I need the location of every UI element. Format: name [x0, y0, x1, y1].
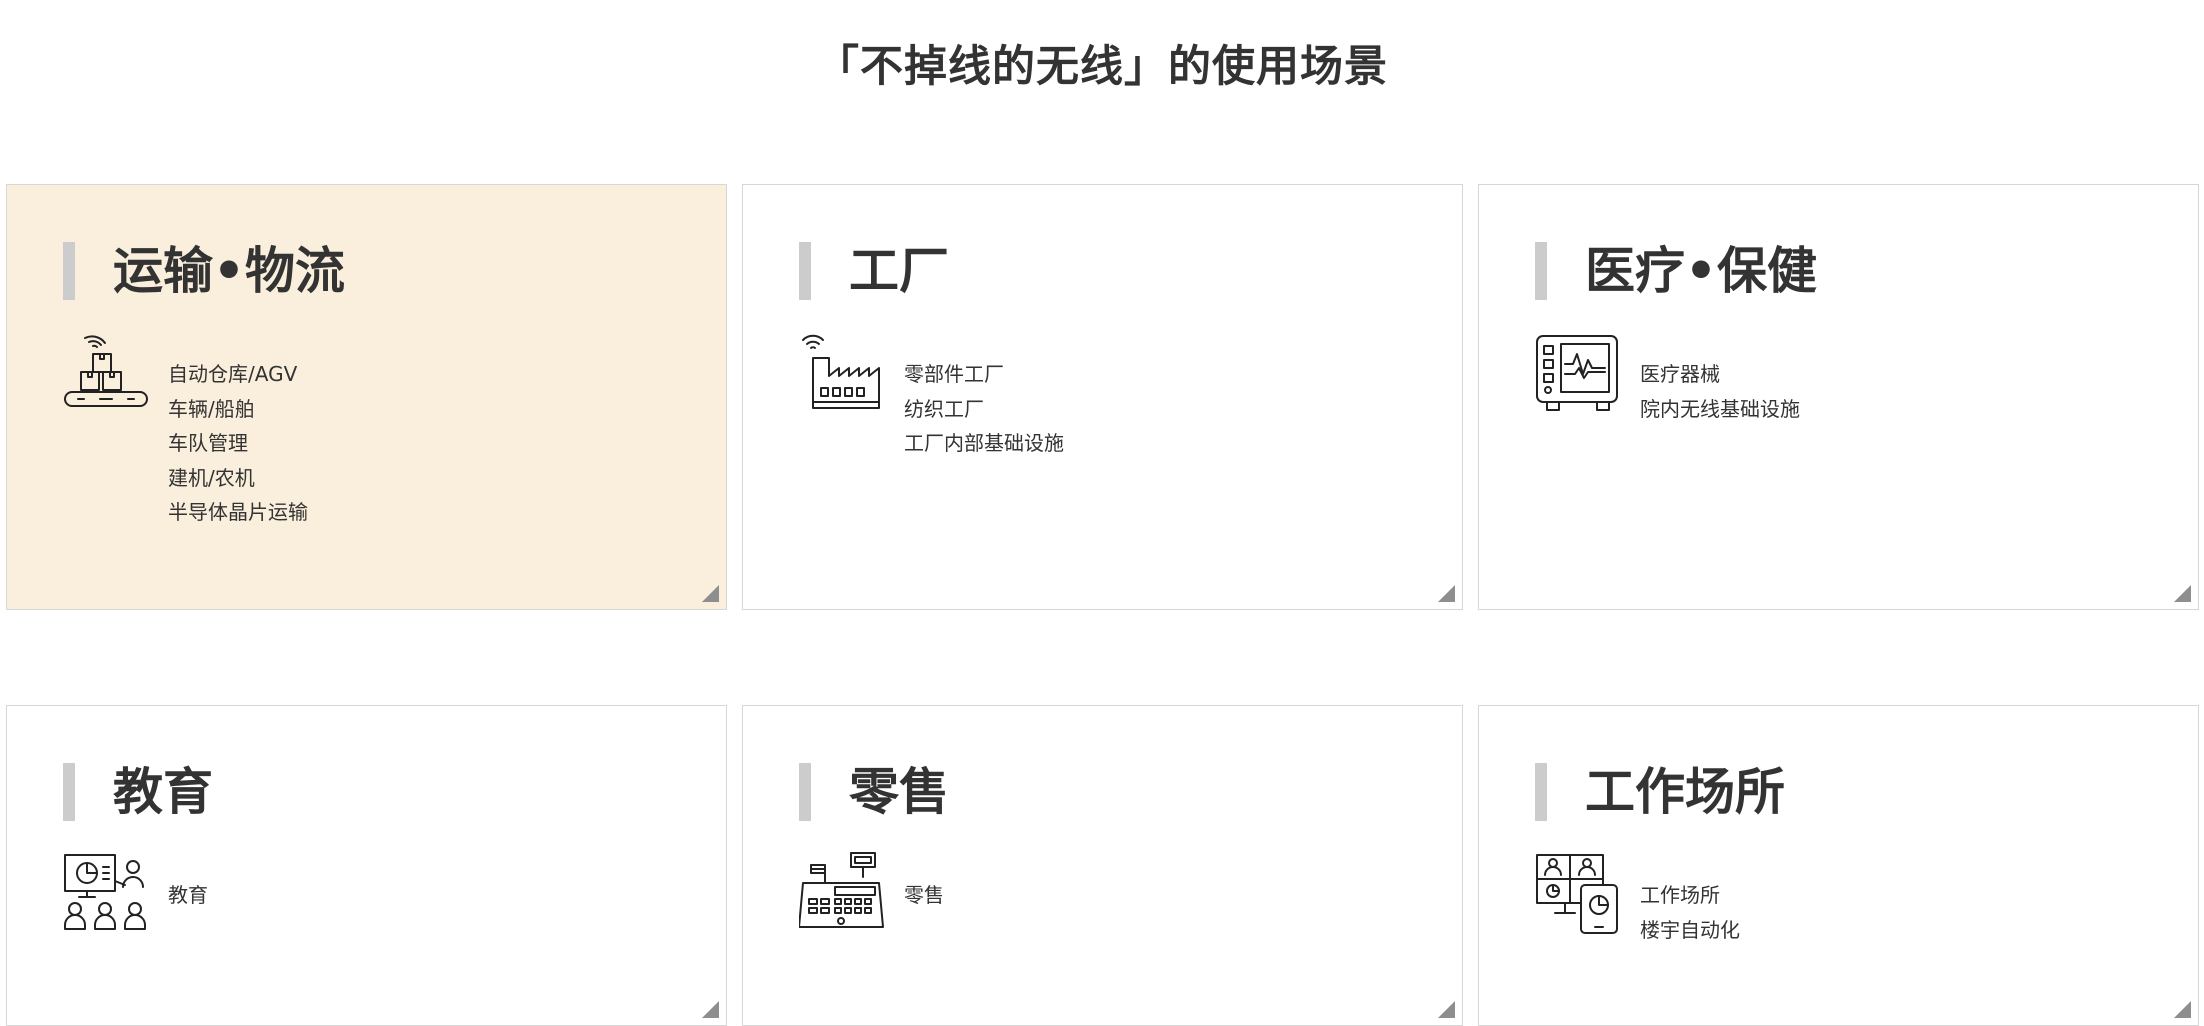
card-education[interactable]: 教育 教育: [6, 705, 727, 1026]
corner-expand-icon[interactable]: [2174, 585, 2191, 602]
accent-bar: [799, 763, 811, 821]
scenario-list: 自动仓库/AGV 车辆/船舶 车队管理 建机/农机 半导体晶片运输: [168, 357, 308, 530]
list-item: 零售: [904, 883, 944, 907]
list-item: 建机/农机: [168, 465, 255, 490]
card-title: 工作场所: [1585, 763, 1785, 821]
list-item: 零部件工厂: [904, 362, 1004, 386]
corner-expand-icon[interactable]: [702, 1001, 719, 1018]
card-medical-healthcare[interactable]: 医疗•保健 医疗器械 院内无线基础设施: [1478, 184, 2199, 610]
page-title: 「不掉线的无线」的使用场景: [816, 42, 1388, 92]
corner-expand-icon[interactable]: [2174, 1001, 2191, 1018]
card-title: 教育: [113, 763, 213, 821]
list-item: 院内无线基础设施: [1640, 396, 1800, 421]
list-item: 医疗器械: [1640, 362, 1720, 386]
list-item: 工厂内部基础设施: [904, 431, 1064, 455]
list-item: 工作场所: [1640, 883, 1720, 907]
card-factory[interactable]: 工厂 零部件工厂 纺织工厂 工厂内部基础设施: [742, 184, 1463, 610]
list-item: 楼宇自动化: [1640, 917, 1740, 942]
list-item: 纺织工厂: [904, 396, 984, 421]
card-transport-logistics[interactable]: 运输•物流 自动仓库/AGV 车辆/船舶 车队管理 建机/农机 半导体晶片运输: [6, 184, 727, 610]
scenario-list: 工作场所 楼宇自动化: [1640, 878, 1740, 947]
workplace-devices-icon: [1535, 851, 1621, 937]
accent-bar: [63, 763, 75, 821]
conveyor-wifi-icon: [63, 330, 149, 416]
scenario-list: 零部件工厂 纺织工厂 工厂内部基础设施: [904, 357, 1064, 461]
classroom-icon: [63, 851, 149, 937]
corner-expand-icon[interactable]: [702, 585, 719, 602]
list-item: 教育: [168, 883, 208, 907]
card-title: 医疗•保健: [1585, 242, 1817, 300]
list-item: 车辆/船舶: [168, 396, 255, 421]
card-workplace[interactable]: 工作场所 工作场所 楼宇自动化: [1478, 705, 2199, 1026]
accent-bar: [1535, 763, 1547, 821]
card-retail[interactable]: 零售 零售: [742, 705, 1463, 1026]
scenario-list: 教育: [168, 878, 208, 913]
accent-bar: [799, 242, 811, 300]
list-item: 自动仓库/AGV: [168, 362, 298, 386]
scenario-list: 医疗器械 院内无线基础设施: [1640, 357, 1800, 426]
medical-monitor-icon: [1535, 330, 1621, 416]
scenario-list: 零售: [904, 878, 944, 913]
list-item: 半导体晶片运输: [168, 500, 308, 524]
accent-bar: [63, 242, 75, 300]
list-item: 车队管理: [168, 431, 248, 455]
cash-register-icon: [799, 851, 885, 937]
card-title: 零售: [849, 763, 949, 821]
accent-bar: [1535, 242, 1547, 300]
corner-expand-icon[interactable]: [1438, 1001, 1455, 1018]
factory-wifi-icon: [799, 330, 885, 416]
card-title: 工厂: [849, 242, 949, 300]
card-title: 运输•物流: [113, 242, 345, 300]
corner-expand-icon[interactable]: [1438, 585, 1455, 602]
